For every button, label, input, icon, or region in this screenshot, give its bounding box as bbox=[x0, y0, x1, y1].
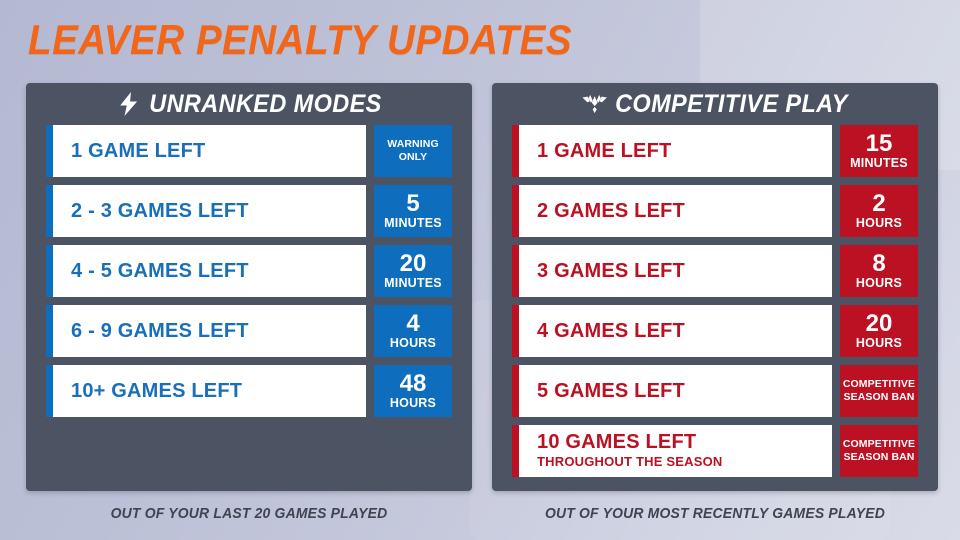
row-label-cell: 5 GAMES LEFT bbox=[512, 365, 832, 417]
table-row[interactable]: 4 GAMES LEFT 20 HOURS bbox=[512, 305, 918, 357]
row-label-cell: 2 - 3 GAMES LEFT bbox=[46, 185, 366, 237]
badge-line-2: ONLY bbox=[398, 151, 428, 163]
badge-line-1: COMPETITIVE bbox=[842, 378, 916, 391]
row-label-main: 10+ GAMES LEFT bbox=[71, 379, 243, 402]
badge-value: 2 bbox=[872, 189, 886, 217]
badge-unit: HOURS bbox=[389, 395, 437, 410]
penalty-badge: 15 MINUTES bbox=[840, 125, 918, 177]
panel-header-competitive: COMPETITIVE PLAY bbox=[505, 83, 924, 125]
row-label-cell: 10 GAMES LEFT THROUGHOUT THE SEASON bbox=[512, 425, 832, 477]
row-label-cell: 1 GAME LEFT bbox=[512, 125, 832, 177]
table-row[interactable]: 3 GAMES LEFT 8 HOURS bbox=[512, 245, 918, 297]
badge-value: 8 bbox=[872, 249, 886, 277]
row-label-main: 1 GAME LEFT bbox=[537, 139, 672, 162]
penalty-badge: 4 HOURS bbox=[374, 305, 452, 357]
penalty-badge: 8 HOURS bbox=[840, 245, 918, 297]
badge-unit: HOURS bbox=[855, 335, 903, 350]
row-label-main: 5 GAMES LEFT bbox=[537, 379, 685, 402]
penalty-badge: 2 HOURS bbox=[840, 185, 918, 237]
table-row[interactable]: 5 GAMES LEFT COMPETITIVE SEASON BAN bbox=[512, 365, 918, 417]
row-label-cell: 1 GAME LEFT bbox=[46, 125, 366, 177]
penalty-badge: WARNING ONLY bbox=[374, 125, 452, 177]
badge-unit: MINUTES bbox=[384, 275, 442, 290]
row-label-main: 4 - 5 GAMES LEFT bbox=[71, 259, 249, 282]
panel-unranked-modes: UNRANKED MODES 1 GAME LEFT WARNING ONLY … bbox=[26, 83, 472, 491]
row-label-cell: 10+ GAMES LEFT bbox=[46, 365, 366, 417]
footer-caption-competitive: OUT OF YOUR MOST RECENTLY GAMES PLAYED bbox=[544, 505, 886, 522]
row-label-cell: 6 - 9 GAMES LEFT bbox=[46, 305, 366, 357]
table-row[interactable]: 2 GAMES LEFT 2 HOURS bbox=[512, 185, 918, 237]
panel-competitive-play: COMPETITIVE PLAY 1 GAME LEFT 15 MINUTES … bbox=[492, 83, 938, 491]
row-label-main: 3 GAMES LEFT bbox=[537, 259, 685, 282]
row-label-cell: 4 GAMES LEFT bbox=[512, 305, 832, 357]
badge-line-2: SEASON BAN bbox=[843, 451, 915, 463]
row-label-main: 10 GAMES LEFT bbox=[537, 431, 697, 454]
rows-unranked: 1 GAME LEFT WARNING ONLY 2 - 3 GAMES LEF… bbox=[26, 125, 472, 417]
badge-unit: HOURS bbox=[855, 275, 903, 290]
row-label-main: 2 - 3 GAMES LEFT bbox=[71, 199, 249, 222]
panel-header-competitive-label: COMPETITIVE PLAY bbox=[615, 89, 848, 118]
lightning-bolt-icon bbox=[116, 91, 140, 117]
badge-unit: HOURS bbox=[389, 335, 437, 350]
row-label-main: 6 - 9 GAMES LEFT bbox=[71, 319, 249, 342]
row-label-sub: THROUGHOUT THE SEASON bbox=[537, 454, 723, 470]
footer-caption-unranked: OUT OF YOUR LAST 20 GAMES PLAYED bbox=[110, 505, 388, 522]
row-label-cell: 3 GAMES LEFT bbox=[512, 245, 832, 297]
penalty-badge: COMPETITIVE SEASON BAN bbox=[840, 365, 918, 417]
row-label-main: 1 GAME LEFT bbox=[71, 139, 206, 162]
penalty-badge: 20 HOURS bbox=[840, 305, 918, 357]
penalty-badge: 20 MINUTES bbox=[374, 245, 452, 297]
badge-value: 4 bbox=[406, 309, 420, 337]
badge-value: 5 bbox=[406, 189, 420, 217]
badge-value: 15 bbox=[865, 129, 893, 157]
table-row[interactable]: 1 GAME LEFT WARNING ONLY bbox=[46, 125, 452, 177]
table-row[interactable]: 2 - 3 GAMES LEFT 5 MINUTES bbox=[46, 185, 452, 237]
badge-value: 48 bbox=[399, 369, 427, 397]
badge-unit: HOURS bbox=[855, 215, 903, 230]
badge-unit: MINUTES bbox=[384, 215, 442, 230]
page-title: LEAVER PENALTY UPDATES bbox=[28, 16, 572, 63]
table-row[interactable]: 6 - 9 GAMES LEFT 4 HOURS bbox=[46, 305, 452, 357]
table-row[interactable]: 4 - 5 GAMES LEFT 20 MINUTES bbox=[46, 245, 452, 297]
rows-competitive: 1 GAME LEFT 15 MINUTES 2 GAMES LEFT 2 HO… bbox=[492, 125, 938, 477]
penalty-badge: 5 MINUTES bbox=[374, 185, 452, 237]
table-row[interactable]: 1 GAME LEFT 15 MINUTES bbox=[512, 125, 918, 177]
row-label-main: 2 GAMES LEFT bbox=[537, 199, 685, 222]
table-row[interactable]: 10 GAMES LEFT THROUGHOUT THE SEASON COMP… bbox=[512, 425, 918, 477]
penalty-badge: COMPETITIVE SEASON BAN bbox=[840, 425, 918, 477]
penalty-badge: 48 HOURS bbox=[374, 365, 452, 417]
table-row[interactable]: 10+ GAMES LEFT 48 HOURS bbox=[46, 365, 452, 417]
row-label-cell: 2 GAMES LEFT bbox=[512, 185, 832, 237]
panel-header-unranked: UNRANKED MODES bbox=[39, 83, 458, 125]
competitive-wings-icon bbox=[582, 91, 607, 117]
badge-value: 20 bbox=[399, 249, 427, 277]
row-label-cell: 4 - 5 GAMES LEFT bbox=[46, 245, 366, 297]
badge-line-1: WARNING bbox=[387, 138, 439, 151]
badge-unit: MINUTES bbox=[850, 155, 908, 170]
panel-header-unranked-label: UNRANKED MODES bbox=[149, 89, 382, 118]
row-label-main: 4 GAMES LEFT bbox=[537, 319, 685, 342]
badge-value: 20 bbox=[865, 309, 893, 337]
badge-line-1: COMPETITIVE bbox=[842, 438, 916, 451]
badge-line-2: SEASON BAN bbox=[843, 391, 915, 403]
